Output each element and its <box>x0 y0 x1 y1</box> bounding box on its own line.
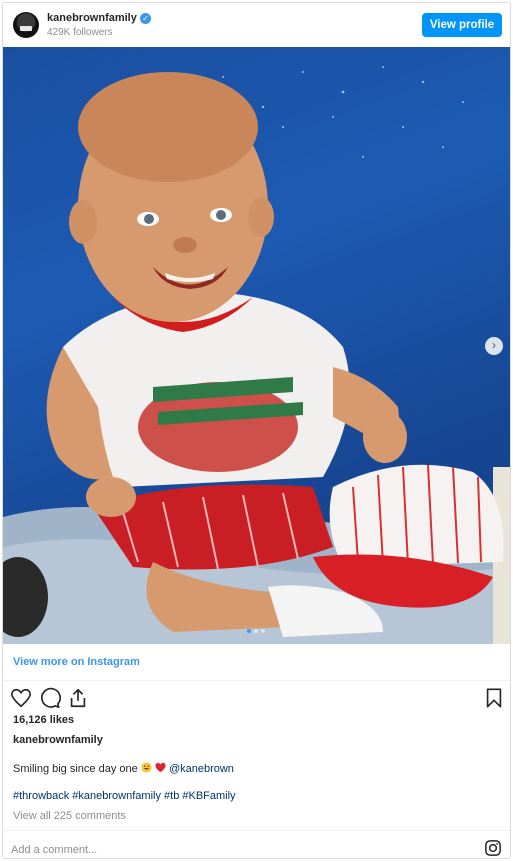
carousel-dot <box>247 629 251 633</box>
action-bar <box>3 683 510 713</box>
mention-link[interactable]: @kanebrown <box>169 763 234 775</box>
followers-count: 429K followers <box>47 27 113 38</box>
caption-text: Smiling big since day one <box>13 763 138 775</box>
bookmark-icon[interactable] <box>483 687 505 709</box>
view-more-bar: View more on Instagram <box>3 644 510 681</box>
view-more-link[interactable]: View more on Instagram <box>13 656 140 668</box>
username[interactable]: kanebrownfamily <box>47 12 137 24</box>
add-comment-input[interactable]: Add a comment... <box>11 844 97 856</box>
instagram-icon[interactable] <box>484 839 502 857</box>
instagram-embed-card: kanebrownfamily ✓ 429K followers View pr… <box>2 2 511 859</box>
avatar[interactable] <box>13 12 39 38</box>
chevron-right-icon[interactable]: › <box>485 337 503 355</box>
post-caption: Smiling big since day one @kanebrown <box>13 762 234 775</box>
comment-icon[interactable] <box>39 687 61 709</box>
hashtags[interactable]: #throwback #kanebrownfamily #tb #KBFamil… <box>13 790 236 802</box>
red-heart-icon <box>155 762 166 773</box>
post-owner-username[interactable]: kanebrownfamily <box>13 734 103 746</box>
baby-photo-illustration <box>3 66 510 644</box>
verified-badge-icon: ✓ <box>140 13 151 24</box>
grinning-face-icon <box>141 762 152 773</box>
add-comment-bar: Add a comment... <box>3 830 510 858</box>
carousel-dot <box>261 629 265 633</box>
view-all-comments-link[interactable]: View all 225 comments <box>13 810 126 822</box>
post-photo[interactable]: › <box>3 47 510 644</box>
share-icon[interactable] <box>67 687 89 709</box>
carousel-dot <box>254 629 258 633</box>
carousel-indicator <box>247 629 265 633</box>
post-header: kanebrownfamily ✓ 429K followers View pr… <box>3 3 510 47</box>
like-count[interactable]: 16,126 likes <box>13 714 74 726</box>
heart-icon[interactable] <box>10 687 32 709</box>
view-profile-button[interactable]: View profile <box>422 13 502 37</box>
